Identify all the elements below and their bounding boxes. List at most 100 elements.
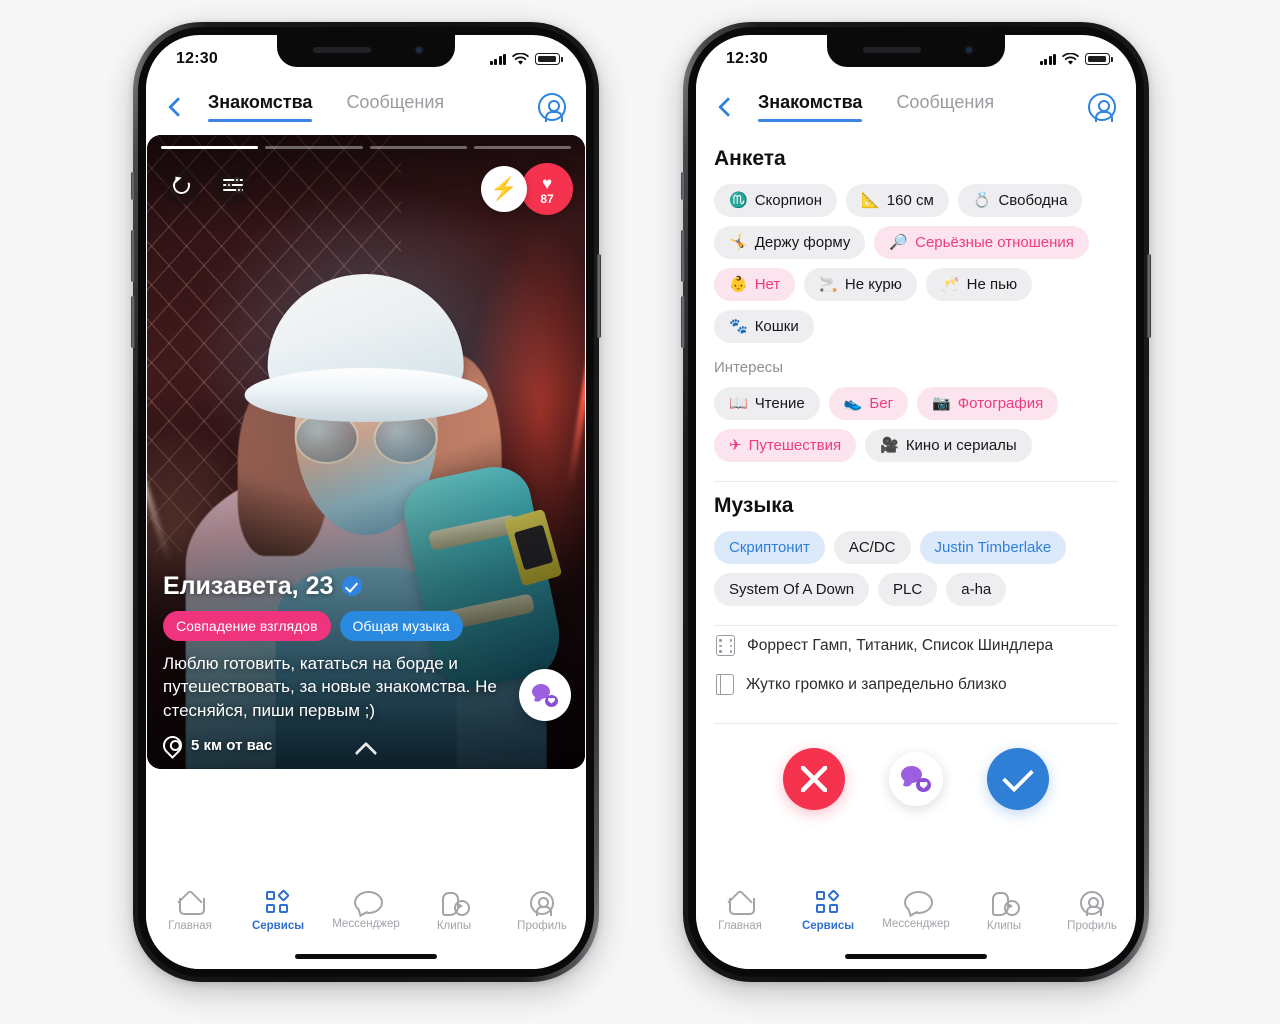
chip-artist[interactable]: a-ha	[946, 573, 1007, 606]
tab-clips[interactable]: Клипы	[410, 891, 498, 932]
chip-label: 160 см	[886, 192, 934, 209]
screen-right: 12:30 Знакомства Сообщения Анкета ♏ Скор…	[696, 35, 1136, 969]
chip-height[interactable]: 📐 160 см	[846, 184, 949, 217]
boost-button[interactable]: ⚡	[481, 166, 527, 212]
magnifier-icon: 🔎	[889, 234, 909, 251]
undo-button[interactable]	[161, 165, 201, 205]
dating-card[interactable]: ⚡ ♥ 87 Елизавета, 23 Совпадение взглядов…	[147, 135, 585, 769]
account-circle-icon[interactable]	[1088, 93, 1116, 122]
story-segment[interactable]	[369, 146, 467, 149]
badge-views-match[interactable]: Совпадение взглядов	[163, 610, 331, 641]
chip-children[interactable]: 👶 Нет	[714, 268, 796, 301]
chat-bubble-icon	[903, 891, 933, 914]
silent-switch-right[interactable]	[681, 172, 685, 200]
expand-profile-button[interactable]	[353, 741, 379, 753]
filter-button[interactable]	[213, 165, 253, 205]
sneaker-icon: 👟	[843, 395, 863, 412]
chip-interest-reading[interactable]: 📖 Чтение	[714, 387, 820, 420]
book-icon	[716, 674, 734, 695]
profile-name: Елизавета, 23	[163, 571, 334, 600]
tab-home[interactable]: Главная	[146, 891, 234, 932]
dating-card-wrap: ⚡ ♥ 87 Елизавета, 23 Совпадение взглядов…	[146, 135, 586, 769]
tab-messenger[interactable]: Мессенджер	[322, 891, 410, 930]
account-circle-icon[interactable]	[538, 93, 566, 122]
chip-label: Нет	[754, 276, 781, 293]
chip-label: Бег	[869, 395, 894, 412]
status-icons	[1039, 52, 1113, 66]
tab-dating[interactable]: Знакомства	[208, 92, 313, 122]
section-title-anketa: Анкета	[714, 147, 786, 170]
tab-messenger[interactable]: Мессенджер	[872, 891, 960, 930]
tab-clips[interactable]: Клипы	[960, 891, 1048, 932]
chip-relationship-goal[interactable]: 🔎 Серьёзные отношения	[874, 226, 1089, 259]
likes-counter-button[interactable]: ♥ 87	[521, 163, 573, 215]
music-chip-list: Скриптонит AC/DC Justin Timberlake Syste…	[714, 531, 1118, 606]
tab-profile[interactable]: Профиль	[498, 891, 586, 932]
scorpio-icon: ♏	[729, 192, 748, 209]
chip-zodiac[interactable]: ♏ Скорпион	[714, 184, 838, 217]
cartwheel-icon: 🤸	[729, 234, 748, 251]
home-indicator-right[interactable]	[845, 954, 987, 959]
back-button[interactable]	[162, 94, 188, 120]
tab-services[interactable]: Сервисы	[234, 889, 322, 932]
tab-services[interactable]: Сервисы	[784, 889, 872, 932]
power-button-right[interactable]	[1147, 254, 1151, 338]
front-camera-icon	[413, 44, 425, 56]
home-indicator-left[interactable]	[295, 954, 437, 959]
clips-play-icon	[441, 891, 470, 916]
tab-messages[interactable]: Сообщения	[346, 92, 444, 122]
dislike-button[interactable]	[783, 748, 845, 810]
tab-home[interactable]: Главная	[696, 891, 784, 932]
chip-artist[interactable]: Скриптонит	[714, 531, 825, 564]
volume-up-button-left[interactable]	[131, 230, 135, 282]
books-row[interactable]: Жутко громко и запредельно близко	[714, 665, 1118, 704]
story-segment[interactable]	[161, 146, 259, 149]
chip-interest-movies[interactable]: 🎥 Кино и сериалы	[865, 429, 1032, 462]
chip-interest-photography[interactable]: 📷 Фотография	[917, 387, 1059, 420]
tab-messages[interactable]: Сообщения	[896, 92, 994, 122]
tab-profile-label: Профиль	[1067, 920, 1117, 932]
divider-actions	[714, 723, 1118, 724]
power-button-left[interactable]	[597, 254, 601, 338]
chip-drinking[interactable]: 🥂 Не пью	[925, 268, 1033, 301]
chip-pets[interactable]: 🐾 Кошки	[714, 310, 814, 343]
films-row[interactable]: Форрест Гамп, Титаник, Список Шиндлера	[714, 626, 1118, 665]
wifi-icon	[512, 52, 529, 65]
chip-interest-running[interactable]: 👟 Бег	[828, 387, 909, 420]
volume-down-button-right[interactable]	[681, 296, 685, 348]
like-button[interactable]	[987, 748, 1049, 810]
chip-artist[interactable]: Justin Timberlake	[919, 531, 1067, 564]
story-segment[interactable]	[265, 146, 363, 149]
lightning-icon: ⚡	[490, 176, 518, 201]
story-progress[interactable]	[161, 146, 571, 149]
message-button[interactable]	[889, 752, 943, 806]
volume-up-button-right[interactable]	[681, 230, 685, 282]
chip-label: Кошки	[754, 318, 799, 335]
volume-down-button-left[interactable]	[131, 296, 135, 348]
back-button[interactable]	[712, 94, 738, 120]
tab-services-label: Сервисы	[251, 920, 305, 932]
story-segment[interactable]	[473, 146, 571, 149]
chip-interest-travel[interactable]: ✈ Путешествия	[714, 429, 857, 462]
chip-label: Чтение	[754, 395, 805, 412]
chip-label: Держу форму	[754, 234, 851, 251]
chat-fab-button[interactable]	[519, 669, 571, 721]
tab-profile[interactable]: Профиль	[1048, 891, 1136, 932]
paw-icon: 🐾	[729, 318, 748, 335]
chip-smoking[interactable]: 🚬 Не курю	[804, 268, 917, 301]
camera-icon: 📷	[932, 395, 951, 412]
silent-switch-left[interactable]	[131, 172, 135, 200]
section-title-music: Музыка	[714, 494, 794, 517]
earpiece-speaker	[863, 47, 921, 53]
chip-fitness[interactable]: 🤸 Держу форму	[714, 226, 866, 259]
tab-dating[interactable]: Знакомства	[758, 92, 863, 122]
phone-left: 12:30 Знакомства Сообщения ⚡ ♥ 87 Елизав…	[131, 22, 601, 982]
screenshot-stage: 12:30 Знакомства Сообщения ⚡ ♥ 87 Елизав…	[0, 0, 1280, 1024]
chip-artist[interactable]: System Of A Down	[714, 573, 870, 606]
badge-music-match[interactable]: Общая музыка	[339, 610, 463, 641]
chip-marital-status[interactable]: 💍 Свободна	[957, 184, 1083, 217]
chip-artist[interactable]: AC/DC	[833, 531, 911, 564]
chip-artist[interactable]: PLC	[878, 573, 938, 606]
services-grid-icon	[816, 889, 840, 915]
interests-chip-list: 📖 Чтение 👟 Бег 📷 Фотография ✈ Путешестви…	[714, 387, 1118, 462]
